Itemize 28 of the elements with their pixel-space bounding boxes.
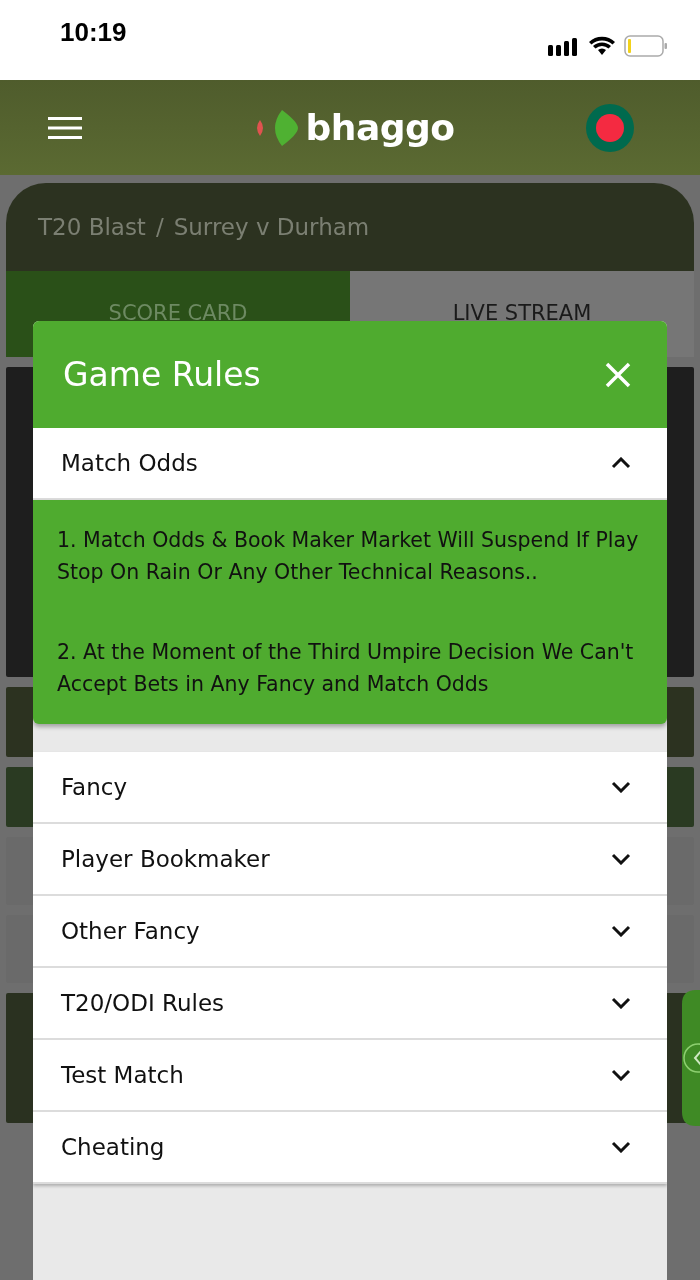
rule-text: 1. Match Odds & Book Maker Market Will Suspend If Play Stop On Rain Or Any Other Technical Reasons.. [57, 527, 640, 586]
signal-icon [548, 36, 580, 56]
side-drawer-tab[interactable] [682, 990, 700, 1126]
chevron-down-icon [611, 925, 631, 937]
chevron-up-icon [611, 457, 631, 469]
accordion-header[interactable]: Player Bookmaker [33, 824, 667, 896]
status-time: 10:19 [60, 16, 127, 48]
close-button[interactable] [605, 361, 631, 388]
chevron-down-icon [611, 997, 631, 1009]
accordion-header[interactable]: Other Fancy [33, 896, 667, 968]
chevron-down-icon [611, 853, 631, 865]
chevron-down-icon [611, 781, 631, 793]
accordion-header[interactable]: Cheating [33, 1112, 667, 1184]
breadcrumb-separator: / [155, 214, 164, 240]
battery-icon [624, 35, 668, 57]
accordion-header[interactable]: Fancy [33, 752, 667, 824]
chevron-down-icon [611, 1069, 631, 1081]
breadcrumb-current: Surrey v Durham [173, 214, 370, 240]
accordion-header[interactable]: Match Odds [33, 428, 667, 500]
accordion-header[interactable]: Test Match [33, 1040, 667, 1112]
rule-text: 2. At the Moment of the Third Umpire Decision We Can't Accept Bets in Any Fancy and Match Odds [57, 639, 635, 698]
flag-icon[interactable] [586, 103, 634, 152]
accordion-header[interactable]: T20/ODI Rules [33, 968, 667, 1040]
menu-icon[interactable] [48, 115, 82, 140]
brand-logo: bhaggo [305, 107, 455, 148]
wifi-icon [588, 36, 616, 56]
dialog-title: Game Rules [63, 355, 261, 394]
chevron-down-icon [611, 1141, 631, 1153]
